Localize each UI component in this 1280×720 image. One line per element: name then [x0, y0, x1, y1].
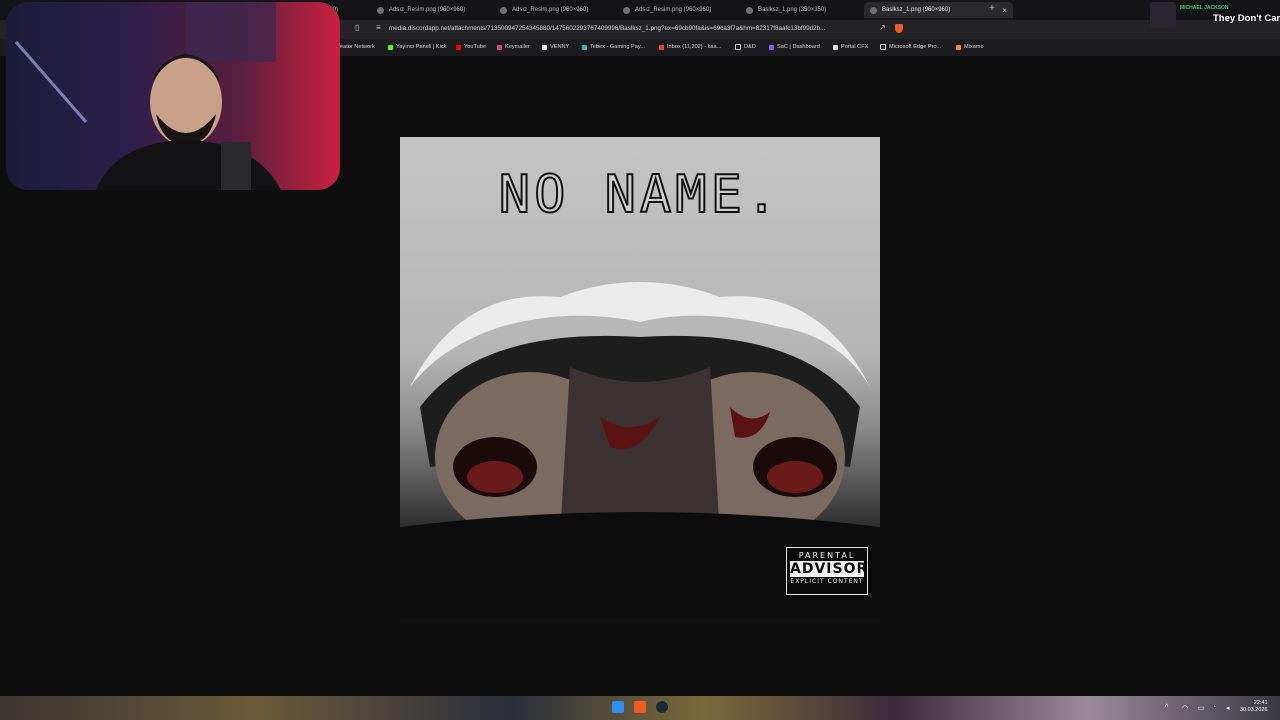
- bookmark-label: eator Network: [340, 44, 375, 50]
- venny-icon: [542, 44, 547, 50]
- tab-favicon-icon: [746, 6, 753, 14]
- new-tab-button[interactable]: +: [989, 3, 995, 14]
- sac-icon: [769, 44, 774, 50]
- url-field[interactable]: media.discordapp.net/attachments/7135009…: [389, 25, 869, 32]
- volume-icon[interactable]: ◂: [1226, 704, 1230, 712]
- clock-time: 22:41: [1253, 700, 1268, 706]
- kick-icon: [388, 44, 393, 50]
- bookmark-item[interactable]: eator Network: [340, 44, 375, 50]
- brave-shield-icon[interactable]: [895, 24, 903, 33]
- bookmark-label: YouTube: [464, 44, 486, 50]
- bookmark-item[interactable]: Microsoft Edge Pro...: [880, 44, 941, 50]
- close-tab-icon[interactable]: ×: [1002, 6, 1007, 15]
- steam-taskbar-icon[interactable]: [656, 701, 668, 713]
- tab-label: Adsız_Resim.png (960×960): [512, 7, 589, 13]
- tab[interactable]: Baslksz_1.png (350×350): [746, 2, 826, 18]
- bookmark-label: Mixamo: [964, 44, 984, 50]
- keymailer-icon: [497, 44, 502, 50]
- advisory-line2: ADVISORY: [790, 561, 879, 577]
- bookmark-item[interactable]: D&D: [735, 44, 756, 50]
- windows-start-icon[interactable]: [612, 701, 624, 713]
- bookmark-item[interactable]: VENNY: [542, 44, 569, 50]
- bookmark-label: Inbox (11,202) - kaa...: [667, 44, 722, 50]
- bookmark-label: Keymailer: [505, 44, 530, 50]
- bookmark-label: VENNY: [550, 44, 570, 50]
- advisory-line3: EXPLICIT CONTENT: [790, 578, 864, 585]
- tab-favicon-icon: [623, 6, 630, 14]
- bookmark-label: D&D: [744, 44, 756, 50]
- system-clock[interactable]: 22:41 30.03.2026: [1240, 700, 1268, 714]
- tab-label: Baslksz_1.png (350×350): [758, 7, 827, 13]
- bookmark-item[interactable]: Yayıncı Paneli | Kick: [388, 44, 446, 50]
- bookmark-item[interactable]: Inbox (11,202) - kaa...: [659, 44, 721, 50]
- tab-label: Adsız_Resim.png (960×960): [389, 7, 466, 13]
- webcam-feed: [14, 2, 281, 190]
- advisory-line1: PARENTAL: [798, 551, 856, 560]
- tab-label: Adsız_Resim.png (960×960): [635, 7, 712, 13]
- cfx-icon: [833, 44, 838, 50]
- tray-chevron-icon[interactable]: ^: [1165, 704, 1168, 711]
- bookmark-label: SaC | Dashboard: [777, 44, 820, 50]
- bookmark-label: Portal CFX: [841, 44, 869, 50]
- bookmark-item[interactable]: Mixamo: [956, 44, 984, 50]
- wifi-icon[interactable]: ◔: [1212, 704, 1216, 711]
- share-icon[interactable]: ↗: [879, 24, 887, 32]
- site-info-icon[interactable]: ≡: [376, 24, 384, 32]
- youtube-icon: [456, 44, 461, 50]
- parental-advisory-label: PARENTAL ADVISORY EXPLICIT CONTENT: [786, 547, 879, 595]
- mixamo-icon: [956, 44, 961, 50]
- bookmark-item[interactable]: Tebex - Gaming Pay...: [582, 44, 645, 50]
- bookmark-item[interactable]: Portal CFX: [833, 44, 868, 50]
- album-art-thumbnail: [1150, 2, 1176, 28]
- tebex-icon: [582, 44, 587, 50]
- tab-favicon-icon: [377, 6, 384, 14]
- clock-date: 30.03.2026: [1240, 707, 1268, 713]
- tab[interactable]: Adsız_Resim.png (960×960): [623, 2, 711, 18]
- webcam-overlay: [6, 2, 340, 190]
- brave-taskbar-icon[interactable]: [634, 701, 646, 713]
- bookmark-label: Tebex - Gaming Pay...: [590, 44, 645, 50]
- now-playing-artist: MICHAEL JACKSON: [1180, 5, 1229, 11]
- bookmark-label: Yayıncı Paneli | Kick: [396, 44, 447, 50]
- bookmark-icon[interactable]: ▯: [355, 24, 363, 32]
- now-playing-title: They Don't Care: [1213, 13, 1280, 24]
- tab-label: Baslksz_1.png (960×960): [882, 7, 951, 13]
- tab-favicon-icon: [870, 6, 877, 14]
- bookmark-item[interactable]: YouTube: [456, 44, 486, 50]
- bookmark-item[interactable]: SaC | Dashboard: [769, 44, 820, 50]
- album-cover-image[interactable]: NO NAME. PARENTAL ADVISORY EXPLICIT CONT…: [400, 137, 880, 617]
- bookmark-item[interactable]: Keymailer: [497, 44, 530, 50]
- gmail-icon: [659, 44, 664, 50]
- tab[interactable]: Adsız_Resim.png (960×960): [377, 2, 465, 18]
- tab[interactable]: Adsız_Resim.png (960×960): [500, 2, 588, 18]
- folder-icon: [735, 44, 741, 50]
- tab-favicon-icon: [500, 6, 507, 14]
- cover-title: NO NAME.: [498, 164, 782, 226]
- folder-icon: [880, 44, 886, 50]
- bookmark-label: Microsoft Edge Pro...: [889, 44, 942, 50]
- network-icon[interactable]: ▭: [1198, 704, 1205, 712]
- headset-icon[interactable]: ◠: [1182, 704, 1188, 712]
